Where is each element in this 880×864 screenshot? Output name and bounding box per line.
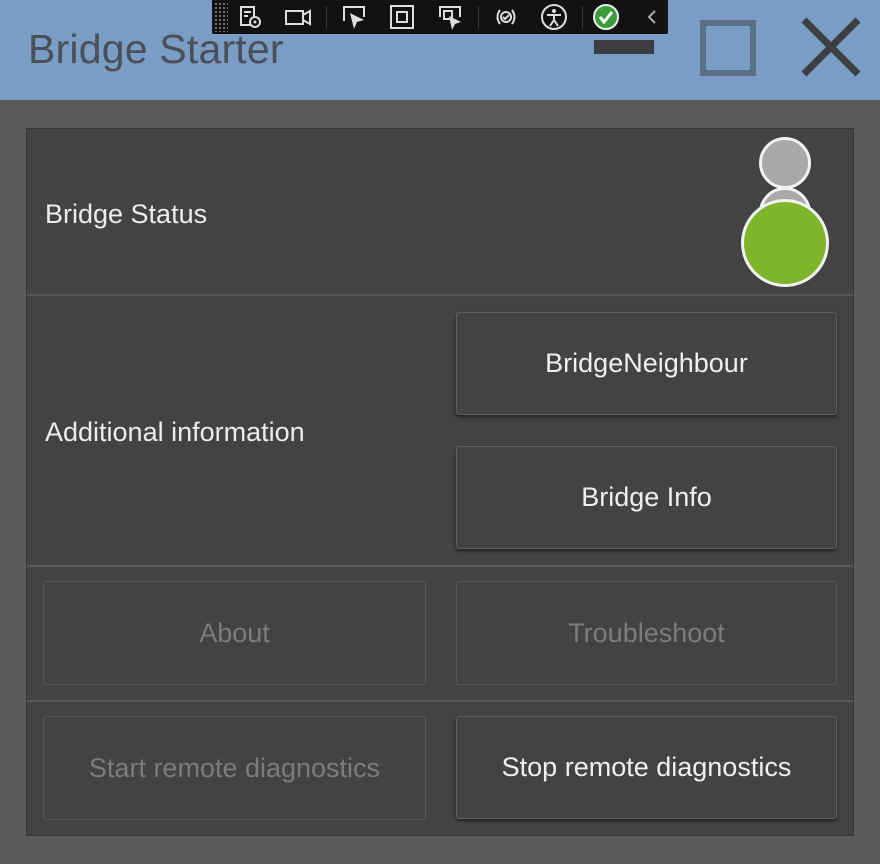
- additional-information-label: Additional information: [45, 417, 305, 447]
- row-divider: [27, 294, 853, 296]
- toolbar-separator: [478, 6, 479, 28]
- close-button[interactable]: [798, 14, 864, 80]
- bridge-info-button[interactable]: Bridge Info: [456, 446, 837, 549]
- runtime-tools-toolbar: [212, 0, 668, 34]
- hot-reload-icon[interactable]: [492, 3, 520, 31]
- toolbar-separator: [582, 6, 583, 28]
- row-divider: [27, 565, 853, 567]
- binding-check-icon[interactable]: [592, 3, 620, 31]
- accessibility-icon[interactable]: [540, 3, 568, 31]
- close-icon: [801, 17, 861, 77]
- status-light-off-top: [759, 137, 811, 189]
- toolbar-grip[interactable]: [214, 2, 228, 32]
- bridge-neighbour-button[interactable]: BridgeNeighbour: [456, 312, 837, 415]
- troubleshoot-button[interactable]: Troubleshoot: [456, 581, 837, 685]
- main-panel: Bridge Status Additional information Bri…: [26, 128, 854, 836]
- row-divider: [27, 700, 853, 702]
- status-light-active: [741, 199, 829, 287]
- live-visual-tree-icon[interactable]: [236, 3, 264, 31]
- track-focus-icon[interactable]: [436, 3, 464, 31]
- about-button[interactable]: About: [43, 581, 426, 685]
- toolbar-separator: [326, 6, 327, 28]
- minimize-button[interactable]: [594, 40, 654, 54]
- video-record-icon[interactable]: [284, 3, 312, 31]
- stop-remote-diagnostics-button[interactable]: Stop remote diagnostics: [456, 716, 837, 819]
- select-element-icon[interactable]: [340, 3, 368, 31]
- display-layout-adorners-icon[interactable]: [388, 3, 416, 31]
- maximize-button[interactable]: [700, 20, 756, 76]
- bridge-status-label: Bridge Status: [45, 199, 208, 229]
- start-remote-diagnostics-button[interactable]: Start remote diagnostics: [43, 716, 426, 820]
- collapse-chevron-icon[interactable]: [638, 3, 666, 31]
